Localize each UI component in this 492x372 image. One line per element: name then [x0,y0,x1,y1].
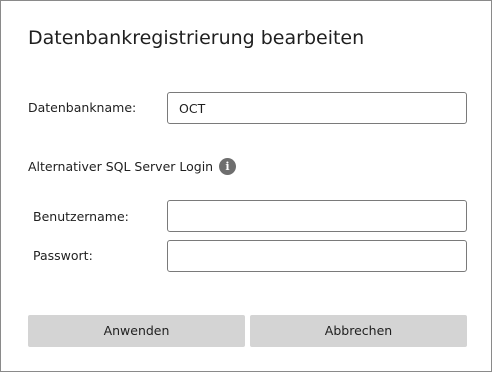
username-field[interactable] [167,200,467,232]
password-field[interactable] [167,240,467,272]
username-label: Benutzername: [33,209,129,224]
apply-button[interactable]: Anwenden [28,315,245,347]
database-name-label: Datenbankname: [28,100,137,115]
cancel-button[interactable]: Abbrechen [250,315,467,347]
edit-database-registration-dialog: Datenbankregistrierung bearbeiten Datenb… [0,0,492,372]
password-label: Passwort: [33,248,93,263]
database-name-field[interactable] [167,92,467,124]
info-icon[interactable]: i [219,158,236,175]
alt-login-label: Alternativer SQL Server Login [28,159,214,174]
dialog-title: Datenbankregistrierung bearbeiten [28,27,365,49]
